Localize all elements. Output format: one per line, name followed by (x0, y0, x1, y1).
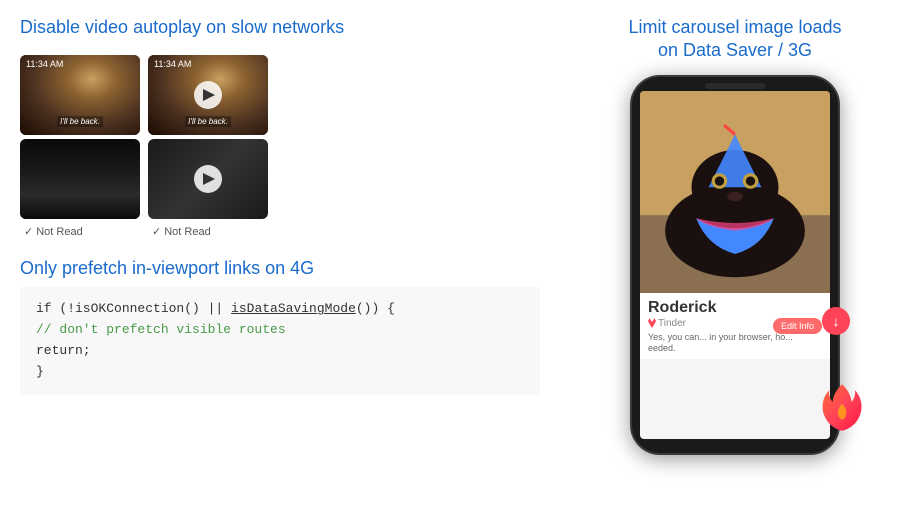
prefetch-section: Only prefetch in-viewport links on 4G if… (20, 258, 540, 394)
video-frame-2: 11:34 AM I'll be back. (148, 55, 268, 135)
dog-photo (640, 91, 830, 293)
code-block: if (!isOKConnection() || isDataSavingMod… (20, 287, 540, 394)
not-read-1: ✓ Not Read (20, 225, 140, 238)
tinder-logo (815, 380, 870, 435)
video-frame-1: 11:34 AM I'll be back. (20, 55, 140, 135)
edit-info-button[interactable]: Edit Info (773, 318, 822, 334)
video-section: Disable video autoplay on slow networks (20, 16, 540, 39)
code-line-4: } (36, 362, 524, 383)
dog-image-svg (640, 91, 830, 293)
left-panel: Disable video autoplay on slow networks … (0, 0, 560, 506)
checkmark-2: ✓ (152, 225, 161, 238)
tinder-flame-svg (815, 380, 870, 435)
subtitle-2: I'll be back. (185, 116, 231, 127)
timestamp-2: 11:34 AM (154, 59, 191, 69)
right-section-title: Limit carousel image loadson Data Saver … (628, 16, 841, 63)
phone-notch (705, 83, 765, 89)
not-read-2: ✓ Not Read (148, 225, 268, 238)
checkmark-1: ✓ (24, 225, 33, 238)
video-section-title: Disable video autoplay on slow networks (20, 16, 540, 39)
download-button[interactable]: ↓ (822, 307, 850, 335)
play-button-1[interactable] (194, 81, 222, 109)
prefetch-title: Only prefetch in-viewport links on 4G (20, 258, 540, 279)
video-column-1: 11:34 AM I'll be back. ✓ Not Read (20, 55, 140, 238)
play-icon-1 (203, 89, 215, 101)
subtitle-1: I'll be back. (57, 116, 103, 127)
right-panel: Limit carousel image loadson Data Saver … (560, 0, 910, 506)
video-frame-3 (20, 139, 140, 219)
phone-body: Roderick Tinder Yes, you can... in your … (630, 75, 840, 455)
code-line-1: if (!isOKConnection() || isDataSavingMod… (36, 299, 524, 320)
phone-wrapper: Roderick Tinder Yes, you can... in your … (630, 75, 840, 455)
play-icon-2 (203, 173, 215, 185)
phone-screen: Roderick Tinder Yes, you can... in your … (640, 91, 830, 439)
code-line-3: return; (36, 341, 524, 362)
profile-name: Roderick (648, 299, 822, 317)
profile-info: Roderick Tinder Yes, you can... in your … (640, 293, 830, 359)
code-line-2: // don't prefetch visible routes (36, 320, 524, 341)
video-pair-1: 11:34 AM I'll be back. (20, 55, 140, 219)
video-column-2: 11:34 AM I'll be back. ✓ Not Read (148, 55, 268, 238)
video-frame-4 (148, 139, 268, 219)
video-grid: 11:34 AM I'll be back. ✓ Not Read 11:34 … (20, 55, 540, 238)
play-button-2[interactable] (194, 165, 222, 193)
tinder-icon (648, 318, 656, 328)
video-pair-2: 11:34 AM I'll be back. (148, 55, 268, 219)
profile-text: Yes, you can... in your browser, ho... e… (648, 332, 822, 355)
download-arrow-icon: ↓ (833, 314, 840, 328)
timestamp-1: 11:34 AM (26, 59, 63, 69)
